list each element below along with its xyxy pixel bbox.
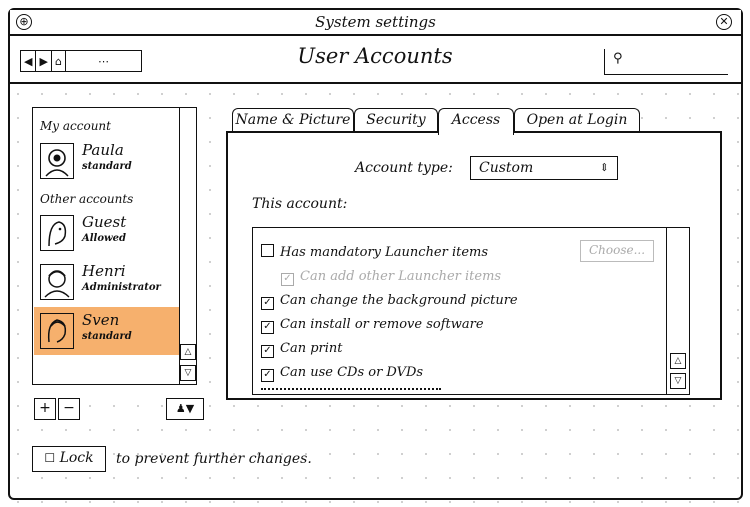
tab-open-at-login[interactable]: Open at Login [514,108,640,133]
lock-icon: ☐ [44,451,56,465]
checkbox[interactable] [261,244,274,257]
user-list-scrollbar[interactable]: △ ▽ [179,107,197,385]
account-type-value: Custom [479,160,534,176]
user-picture-icon [45,149,69,177]
permission-item[interactable]: ✓ Can print [261,341,343,358]
window-menu-button[interactable]: ⊕ [16,14,32,30]
users-icon: ♟ [175,402,186,415]
user-item-guest[interactable]: Guest Allowed [34,209,179,257]
user-role: standard [82,331,132,342]
user-role: Allowed [82,233,126,244]
account-type-select[interactable]: Custom ⇕ [470,156,618,180]
permission-label: Has mandatory Launcher items [280,245,489,260]
checkbox-checked[interactable]: ✓ [261,369,274,382]
permission-label: Can add other Launcher items [300,269,502,284]
permissions-scrollbar[interactable]: △ ▽ [666,227,690,395]
my-account-label: My account [40,119,111,133]
permission-item[interactable]: ✓ Can install or remove software [261,317,484,334]
permission-item[interactable]: ✓ Can use CDs or DVDs [261,365,423,382]
permission-label: Can print [280,341,343,356]
choose-button: Choose... [580,240,654,262]
tab-name-picture[interactable]: Name & Picture [232,108,354,133]
user-item-paula[interactable]: Paula standard [34,137,179,185]
this-account-label: This account: [252,196,348,212]
user-actions-button[interactable]: ♟▼ [166,398,204,420]
avatar [40,215,74,251]
avatar [40,264,74,300]
scroll-down-icon[interactable]: ▽ [670,373,686,389]
user-picture-icon [47,319,67,343]
user-name: Henri [82,262,126,280]
clipped-permission-item [261,388,441,394]
close-button[interactable]: ✕ [716,14,732,30]
user-name: Paula [82,141,124,159]
chevron-down-icon: ▼ [185,402,195,415]
user-role: Administrator [82,282,161,293]
avatar [40,143,74,179]
tab-security[interactable]: Security [354,108,438,133]
remove-user-button[interactable]: − [58,398,80,420]
checkbox-checked: ✓ [281,273,294,286]
permission-item[interactable]: Has mandatory Launcher items [261,244,488,260]
updown-chevron-icon: ⇕ [599,161,609,174]
user-picture-icon [44,270,70,298]
account-type-label: Account type: [355,160,453,176]
checkbox-checked[interactable]: ✓ [261,297,274,310]
user-item-henri[interactable]: Henri Administrator [34,258,179,306]
close-icon: ✕ [719,15,729,28]
lock-button[interactable]: ☐ Lock [32,446,106,472]
user-picture-icon [48,221,67,247]
user-item-sven[interactable]: Sven standard [34,307,179,355]
add-user-button[interactable]: + [34,398,56,420]
permission-label: Can use CDs or DVDs [280,365,424,380]
user-name: Guest [82,213,127,231]
permission-item[interactable]: ✓ Can change the background picture [261,293,518,310]
permission-label: Can change the background picture [280,293,518,308]
permission-item: ✓ Can add other Launcher items [281,269,501,286]
avatar [40,313,74,349]
scroll-up-icon[interactable]: △ [180,344,196,360]
title-bar: System settings ⊕ ✕ [10,10,741,36]
lock-label: Lock [59,450,94,466]
search-input[interactable]: ⚲ [604,49,728,75]
user-name: Sven [82,311,120,329]
scroll-down-icon[interactable]: ▽ [180,365,196,381]
menu-icon: ⊕ [19,15,29,28]
lock-description: to prevent further changes. [116,451,312,467]
user-role: standard [82,161,132,172]
checkbox-checked[interactable]: ✓ [261,321,274,334]
permission-label: Can install or remove software [280,317,484,332]
scroll-up-icon[interactable]: △ [670,353,686,369]
other-accounts-label: Other accounts [40,192,134,206]
search-icon: ⚲ [613,51,623,66]
window-title: System settings [315,13,436,31]
active-tab-joint [440,131,512,135]
checkbox-checked[interactable]: ✓ [261,345,274,358]
